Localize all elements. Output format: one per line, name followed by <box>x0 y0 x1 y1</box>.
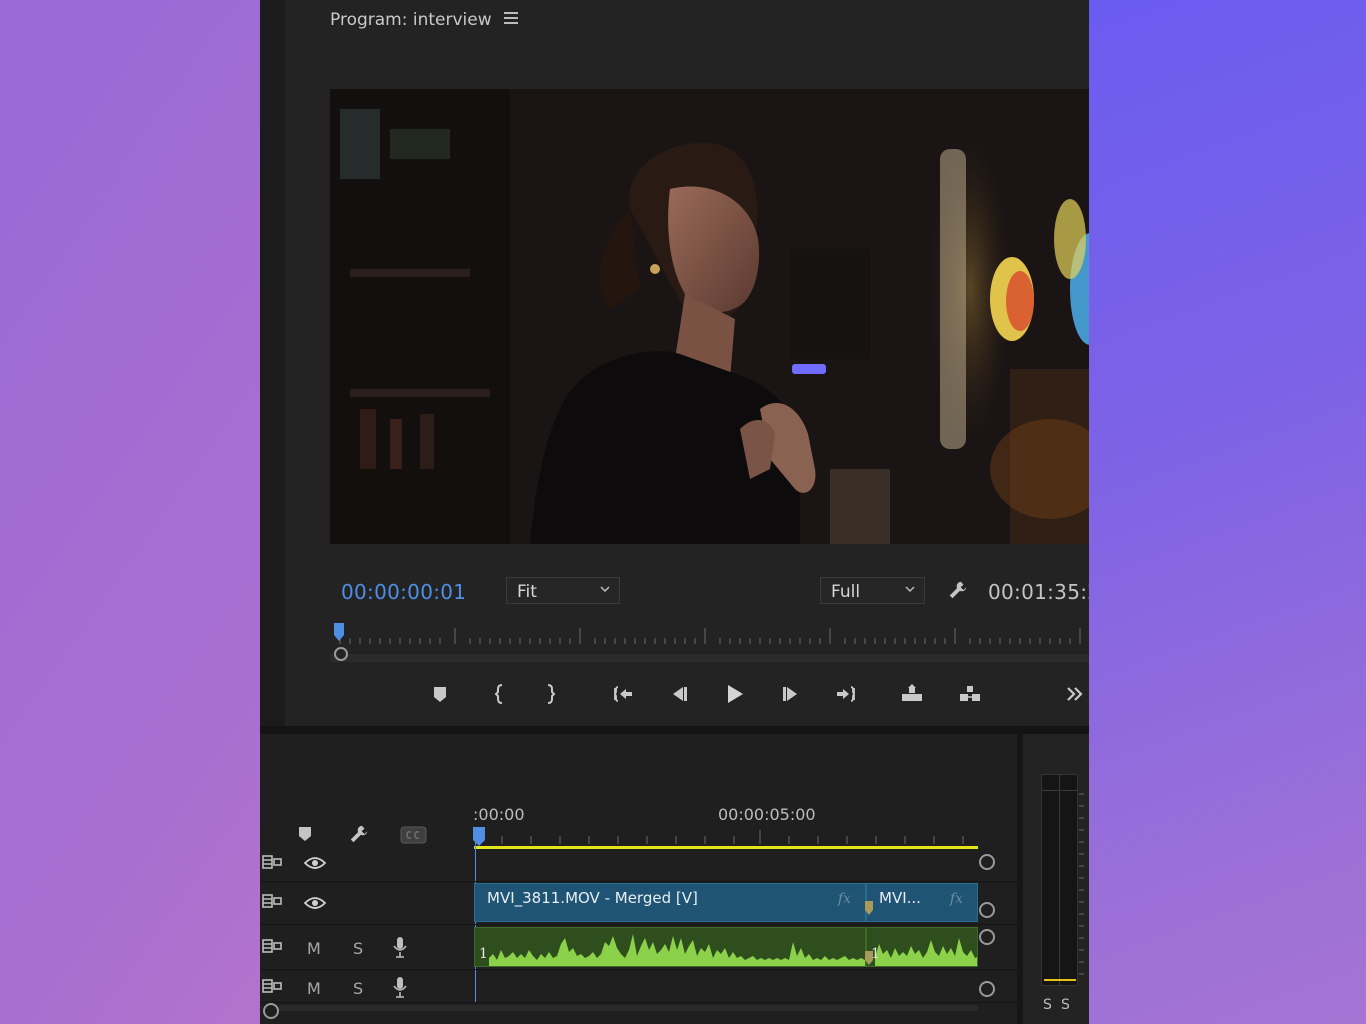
go-to-in-button[interactable] <box>608 680 638 708</box>
add-marker-button[interactable] <box>425 680 455 708</box>
background-right <box>1089 0 1366 1024</box>
step-forward-icon <box>783 687 797 701</box>
track-separator <box>260 969 1017 970</box>
track-separator <box>260 1002 1017 1003</box>
chevron-down-icon <box>905 586 915 593</box>
program-monitor-panel: Program: interview 00:00:00:01 Fit Full … <box>260 0 1089 726</box>
track-height-handle[interactable] <box>979 929 995 945</box>
program-monitor-title[interactable]: Program: interview <box>330 10 492 30</box>
monitor-zoom-scrollbar[interactable] <box>330 654 1089 662</box>
go-to-out-icon <box>837 686 856 702</box>
playback-resolution-select[interactable]: Full <box>820 577 925 604</box>
meter-channel-divider <box>1059 775 1060 985</box>
solo-left-channel-button[interactable]: S <box>1043 997 1052 1013</box>
audio-clip-second[interactable]: 1 <box>866 927 978 967</box>
play-icon <box>728 685 743 703</box>
transition-marker-icon[interactable] <box>864 950 874 966</box>
go-to-out-button[interactable] <box>831 680 861 708</box>
monitor-zoom-handle[interactable] <box>334 647 348 661</box>
eye-icon[interactable] <box>304 896 326 910</box>
meter-scale <box>1079 793 1084 975</box>
microphone-icon[interactable] <box>393 936 407 958</box>
timeline-ruler-label-start: :00:00 <box>473 805 525 824</box>
work-area-bar[interactable] <box>474 846 978 849</box>
playhead-line <box>475 842 476 1002</box>
video-frame-image <box>330 89 1089 544</box>
eye-icon[interactable] <box>304 856 326 870</box>
mark-in-button[interactable] <box>485 680 515 708</box>
lift-button[interactable] <box>897 680 927 708</box>
lift-icon <box>902 684 922 701</box>
add-marker-icon[interactable] <box>298 826 312 842</box>
track-separator <box>260 881 1017 882</box>
monitor-time-ruler[interactable] <box>330 620 1089 662</box>
panel-menu-icon[interactable] <box>504 12 518 26</box>
track-height-handle[interactable] <box>979 902 995 918</box>
timeline-panel: :00:00 00:00:05:00 MVI_3811.MOV - Merged… <box>260 734 1017 1024</box>
meter-level <box>1044 979 1076 981</box>
zoom-level-value: Fit <box>517 582 537 602</box>
timeline-ruler-label-5s: 00:00:05:00 <box>718 805 816 824</box>
video-clip-main[interactable]: MVI_3811.MOV - Merged [V] fx <box>474 883 866 922</box>
track-height-handle[interactable] <box>979 854 995 870</box>
mark-in-icon <box>494 684 503 704</box>
captions-icon[interactable] <box>400 826 427 844</box>
chevron-down-icon <box>600 586 610 593</box>
premiere-window: Program: interview 00:00:00:01 Fit Full … <box>260 0 1089 1024</box>
fx-badge[interactable]: fx <box>950 891 963 907</box>
audio-meter <box>1041 774 1078 986</box>
settings-wrench-icon[interactable] <box>947 579 969 601</box>
fx-badge[interactable]: fx <box>838 891 851 907</box>
solo-track-a1-button[interactable]: S <box>353 939 363 958</box>
audio-meters-panel: S S <box>1017 734 1089 1024</box>
video-clip-second[interactable]: MVI... fx <box>866 883 978 922</box>
extract-button[interactable] <box>955 680 985 708</box>
panel-divider[interactable] <box>260 726 1089 734</box>
step-forward-button[interactable] <box>776 680 806 708</box>
marker-icon <box>434 687 446 702</box>
track-height-handle[interactable] <box>979 981 995 997</box>
audio-waveform <box>875 938 977 966</box>
video-clip-main-label: MVI_3811.MOV - Merged [V] <box>487 889 698 907</box>
solo-track-a2-button[interactable]: S <box>353 979 363 998</box>
duration-timecode: 00:01:35:20 <box>988 580 1089 604</box>
mute-track-a1-button[interactable]: M <box>307 939 321 958</box>
sync-lock-icon[interactable] <box>262 939 282 953</box>
step-back-button[interactable] <box>664 680 694 708</box>
video-clip-second-label: MVI... <box>879 889 921 907</box>
timeline-settings-wrench-icon[interactable] <box>347 823 371 845</box>
playback-resolution-value: Full <box>831 582 861 602</box>
double-chevron-right-icon <box>1067 687 1083 701</box>
timeline-horizontal-scrollbar[interactable] <box>278 1005 978 1011</box>
sync-lock-icon[interactable] <box>262 894 282 908</box>
current-timecode[interactable]: 00:00:00:01 <box>341 580 466 604</box>
mark-out-button[interactable] <box>535 680 565 708</box>
audio-waveform <box>489 934 865 966</box>
extract-icon <box>960 686 980 701</box>
track-separator <box>260 924 1017 925</box>
monitor-playhead[interactable] <box>334 623 344 641</box>
audio-clip-main[interactable]: 1 <box>474 927 866 967</box>
solo-right-channel-button[interactable]: S <box>1061 997 1070 1013</box>
go-to-in-icon <box>613 686 632 702</box>
play-button[interactable] <box>719 680 749 708</box>
ruler-ticks <box>339 628 1081 644</box>
step-back-icon <box>673 687 687 701</box>
sync-lock-icon[interactable] <box>262 855 282 869</box>
sync-lock-icon[interactable] <box>262 979 282 993</box>
mute-track-a2-button[interactable]: M <box>307 979 321 998</box>
audio-channel-number: 1 <box>479 946 488 962</box>
video-preview <box>330 89 1089 544</box>
microphone-icon[interactable] <box>393 976 407 998</box>
zoom-level-select[interactable]: Fit <box>506 577 620 604</box>
more-controls-button[interactable] <box>1060 680 1089 708</box>
timeline-zoom-handle[interactable] <box>263 1003 279 1019</box>
transport-controls <box>285 674 1089 714</box>
mark-out-icon <box>547 684 556 704</box>
transition-marker-icon[interactable] <box>864 900 874 916</box>
